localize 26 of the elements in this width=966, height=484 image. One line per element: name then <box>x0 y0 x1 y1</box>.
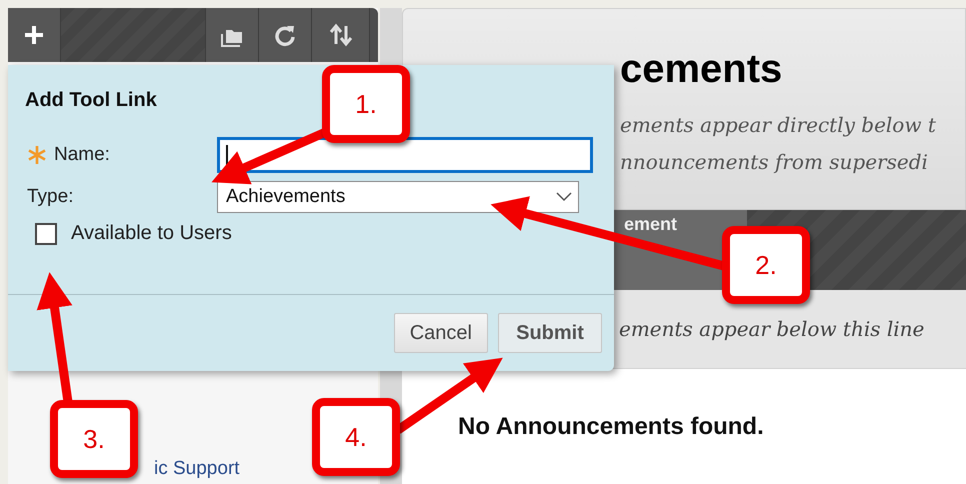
divider-note: ements appear below this line <box>619 317 924 341</box>
checkbox[interactable] <box>35 222 57 244</box>
type-dropdown[interactable]: Achievements <box>217 181 579 213</box>
step-callout: 4. <box>312 398 400 476</box>
refresh-icon <box>273 23 297 47</box>
step-callout: 2. <box>722 226 810 304</box>
sidebar-link[interactable]: ic Support <box>154 458 240 480</box>
add-button[interactable] <box>8 8 61 62</box>
field-label: Type: <box>27 186 74 208</box>
checkbox-label: Available to Users <box>71 222 232 245</box>
step-callout: 1. <box>322 65 410 143</box>
folder-button[interactable] <box>206 8 259 62</box>
sort-button[interactable] <box>312 8 370 62</box>
chevron-down-icon <box>556 192 572 202</box>
description-line: ements appear directly below t <box>620 112 937 139</box>
sort-icon <box>328 23 352 47</box>
refresh-button[interactable] <box>259 8 312 62</box>
plus-icon <box>22 23 46 47</box>
step-callout: 3. <box>50 400 138 478</box>
dialog-title: Add Tool Link <box>25 89 157 112</box>
submit-button[interactable]: Submit <box>498 313 602 353</box>
field-label: Name: <box>54 144 110 166</box>
cancel-button[interactable]: Cancel <box>394 313 488 353</box>
page-heading: cements <box>620 46 782 93</box>
empty-message: No Announcements found. <box>458 413 765 441</box>
description-line: nnouncements from supersedi <box>620 149 929 176</box>
